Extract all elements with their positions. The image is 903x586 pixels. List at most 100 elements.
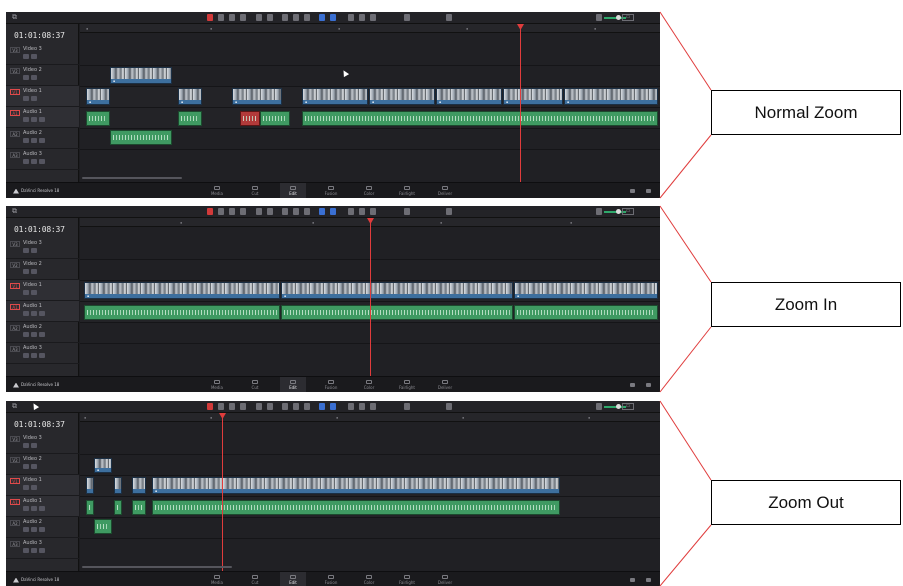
track-header-v2[interactable]: V2 Video 2 (6, 65, 79, 86)
page-tab-color[interactable]: Color (356, 377, 382, 392)
track-badge[interactable]: V1 (10, 89, 20, 95)
solo-track-icon[interactable] (31, 332, 37, 337)
track-header-a1[interactable]: A1 Audio 1 (6, 107, 79, 128)
zoom-full-icon[interactable] (348, 403, 354, 410)
layout-icon[interactable]: ⧉ (12, 207, 17, 216)
volume-icon[interactable] (596, 208, 602, 215)
track-header-a1[interactable]: A1 Audio 1 (6, 301, 79, 322)
solo-track-icon[interactable] (31, 527, 37, 532)
zoom-detail-icon[interactable] (359, 208, 365, 215)
audio-clip[interactable] (514, 305, 658, 320)
solo-track-icon[interactable] (31, 506, 37, 511)
insert-icon[interactable] (240, 208, 246, 215)
track-header-v2[interactable]: V2 Video 2 (6, 259, 79, 280)
layout-icon[interactable]: ⧉ (12, 402, 17, 411)
video-clip[interactable]: ▪ (94, 458, 112, 473)
lock-track-icon[interactable] (23, 54, 29, 59)
zoom-level-icon[interactable]: ▭ (622, 208, 634, 215)
replace-icon[interactable] (267, 208, 273, 215)
audio-clip-selected[interactable] (240, 111, 260, 126)
track-badge[interactable]: V2 (10, 68, 20, 74)
zoom-custom-icon[interactable] (370, 14, 376, 21)
page-tab-fairlight[interactable]: Fairlight (394, 377, 420, 392)
solo-track-icon[interactable] (31, 353, 37, 358)
lock-track-icon[interactable] (23, 332, 29, 337)
link-icon[interactable] (293, 403, 299, 410)
enable-track-icon[interactable] (31, 443, 37, 448)
zoom-out-icon[interactable] (404, 208, 410, 215)
solo-track-icon[interactable] (31, 117, 37, 122)
marker-color-icon[interactable] (330, 208, 336, 215)
home-icon[interactable] (630, 578, 635, 582)
settings-icon[interactable] (646, 383, 651, 387)
mute-track-icon[interactable] (39, 548, 45, 553)
zoom-in-icon[interactable] (446, 14, 452, 21)
track-badge[interactable]: V2 (10, 457, 20, 463)
track-badge[interactable]: V1 (10, 283, 20, 289)
overwrite-icon[interactable] (256, 403, 262, 410)
overwrite-icon[interactable] (256, 14, 262, 21)
track-badge[interactable]: A3 (10, 346, 20, 352)
enable-track-icon[interactable] (31, 96, 37, 101)
timeline-area[interactable]: ▪ ▪ ▪ ▪ ▪ ▪ ▪ (80, 218, 660, 376)
video-clip[interactable]: ▪ (178, 88, 202, 105)
track-badge[interactable]: V3 (10, 241, 20, 247)
marker-color-icon[interactable] (330, 14, 336, 21)
lock-track-icon[interactable] (23, 527, 29, 532)
track-badge[interactable]: V3 (10, 436, 20, 442)
page-tab-edit[interactable]: Edit (280, 377, 306, 392)
blade-icon[interactable] (229, 208, 235, 215)
zoom-out-icon[interactable] (404, 14, 410, 21)
video-clip[interactable]: ▪ (84, 282, 280, 299)
playhead[interactable] (222, 413, 223, 571)
audio-clip[interactable] (281, 305, 513, 320)
page-tab-media[interactable]: Media (204, 377, 230, 392)
track-header-a2[interactable]: A2 Audio 2 (6, 517, 79, 538)
solo-track-icon[interactable] (31, 138, 37, 143)
audio-clip[interactable] (132, 500, 146, 515)
home-icon[interactable] (630, 383, 635, 387)
track-header-v3[interactable]: V3 Video 3 (6, 238, 79, 259)
marker-icon[interactable] (319, 14, 325, 21)
video-clip[interactable] (86, 477, 94, 494)
enable-track-icon[interactable] (31, 290, 37, 295)
mute-track-icon[interactable] (39, 506, 45, 511)
marker-icon[interactable] (319, 208, 325, 215)
timeline-area[interactable]: ▪ ▪ ▪ ▪ ▪ ▪ ▪ (80, 413, 660, 571)
lock-track-icon[interactable] (23, 506, 29, 511)
video-clip[interactable]: ▪ (110, 67, 172, 84)
flag-icon[interactable] (304, 403, 310, 410)
lock-track-icon[interactable] (23, 548, 29, 553)
link-icon[interactable] (293, 14, 299, 21)
lock-track-icon[interactable] (23, 464, 29, 469)
flag-icon[interactable] (304, 14, 310, 21)
playhead[interactable] (370, 218, 371, 376)
timeline-scrollbar[interactable] (82, 566, 232, 568)
track-header-v1[interactable]: V1 Video 1 (6, 280, 79, 301)
video-clip[interactable] (132, 477, 146, 494)
selection-tool-icon[interactable] (207, 14, 213, 21)
zoom-level-icon[interactable]: ▭ (622, 14, 634, 21)
mute-track-icon[interactable] (39, 527, 45, 532)
link-icon[interactable] (293, 208, 299, 215)
zoom-full-icon[interactable] (348, 14, 354, 21)
page-tab-deliver[interactable]: Deliver (432, 377, 458, 392)
audio-clip[interactable] (94, 519, 112, 534)
zoom-level-icon[interactable]: ▭ (622, 403, 634, 410)
volume-icon[interactable] (596, 14, 602, 21)
track-header-a3[interactable]: A3 Audio 3 (6, 538, 79, 559)
track-header-a2[interactable]: A2 Audio 2 (6, 128, 79, 149)
video-clip[interactable] (114, 477, 122, 494)
selection-tool-icon[interactable] (207, 403, 213, 410)
enable-track-icon[interactable] (31, 485, 37, 490)
volume-slider-knob[interactable] (616, 15, 621, 20)
snap-icon[interactable] (282, 403, 288, 410)
mute-track-icon[interactable] (39, 311, 45, 316)
replace-icon[interactable] (267, 403, 273, 410)
track-header-v1[interactable]: V1 Video 1 (6, 86, 79, 107)
audio-clip[interactable] (114, 500, 122, 515)
track-header-v3[interactable]: V3 Video 3 (6, 44, 79, 65)
layout-icon[interactable]: ⧉ (12, 13, 17, 22)
lock-track-icon[interactable] (23, 117, 29, 122)
overwrite-icon[interactable] (256, 208, 262, 215)
